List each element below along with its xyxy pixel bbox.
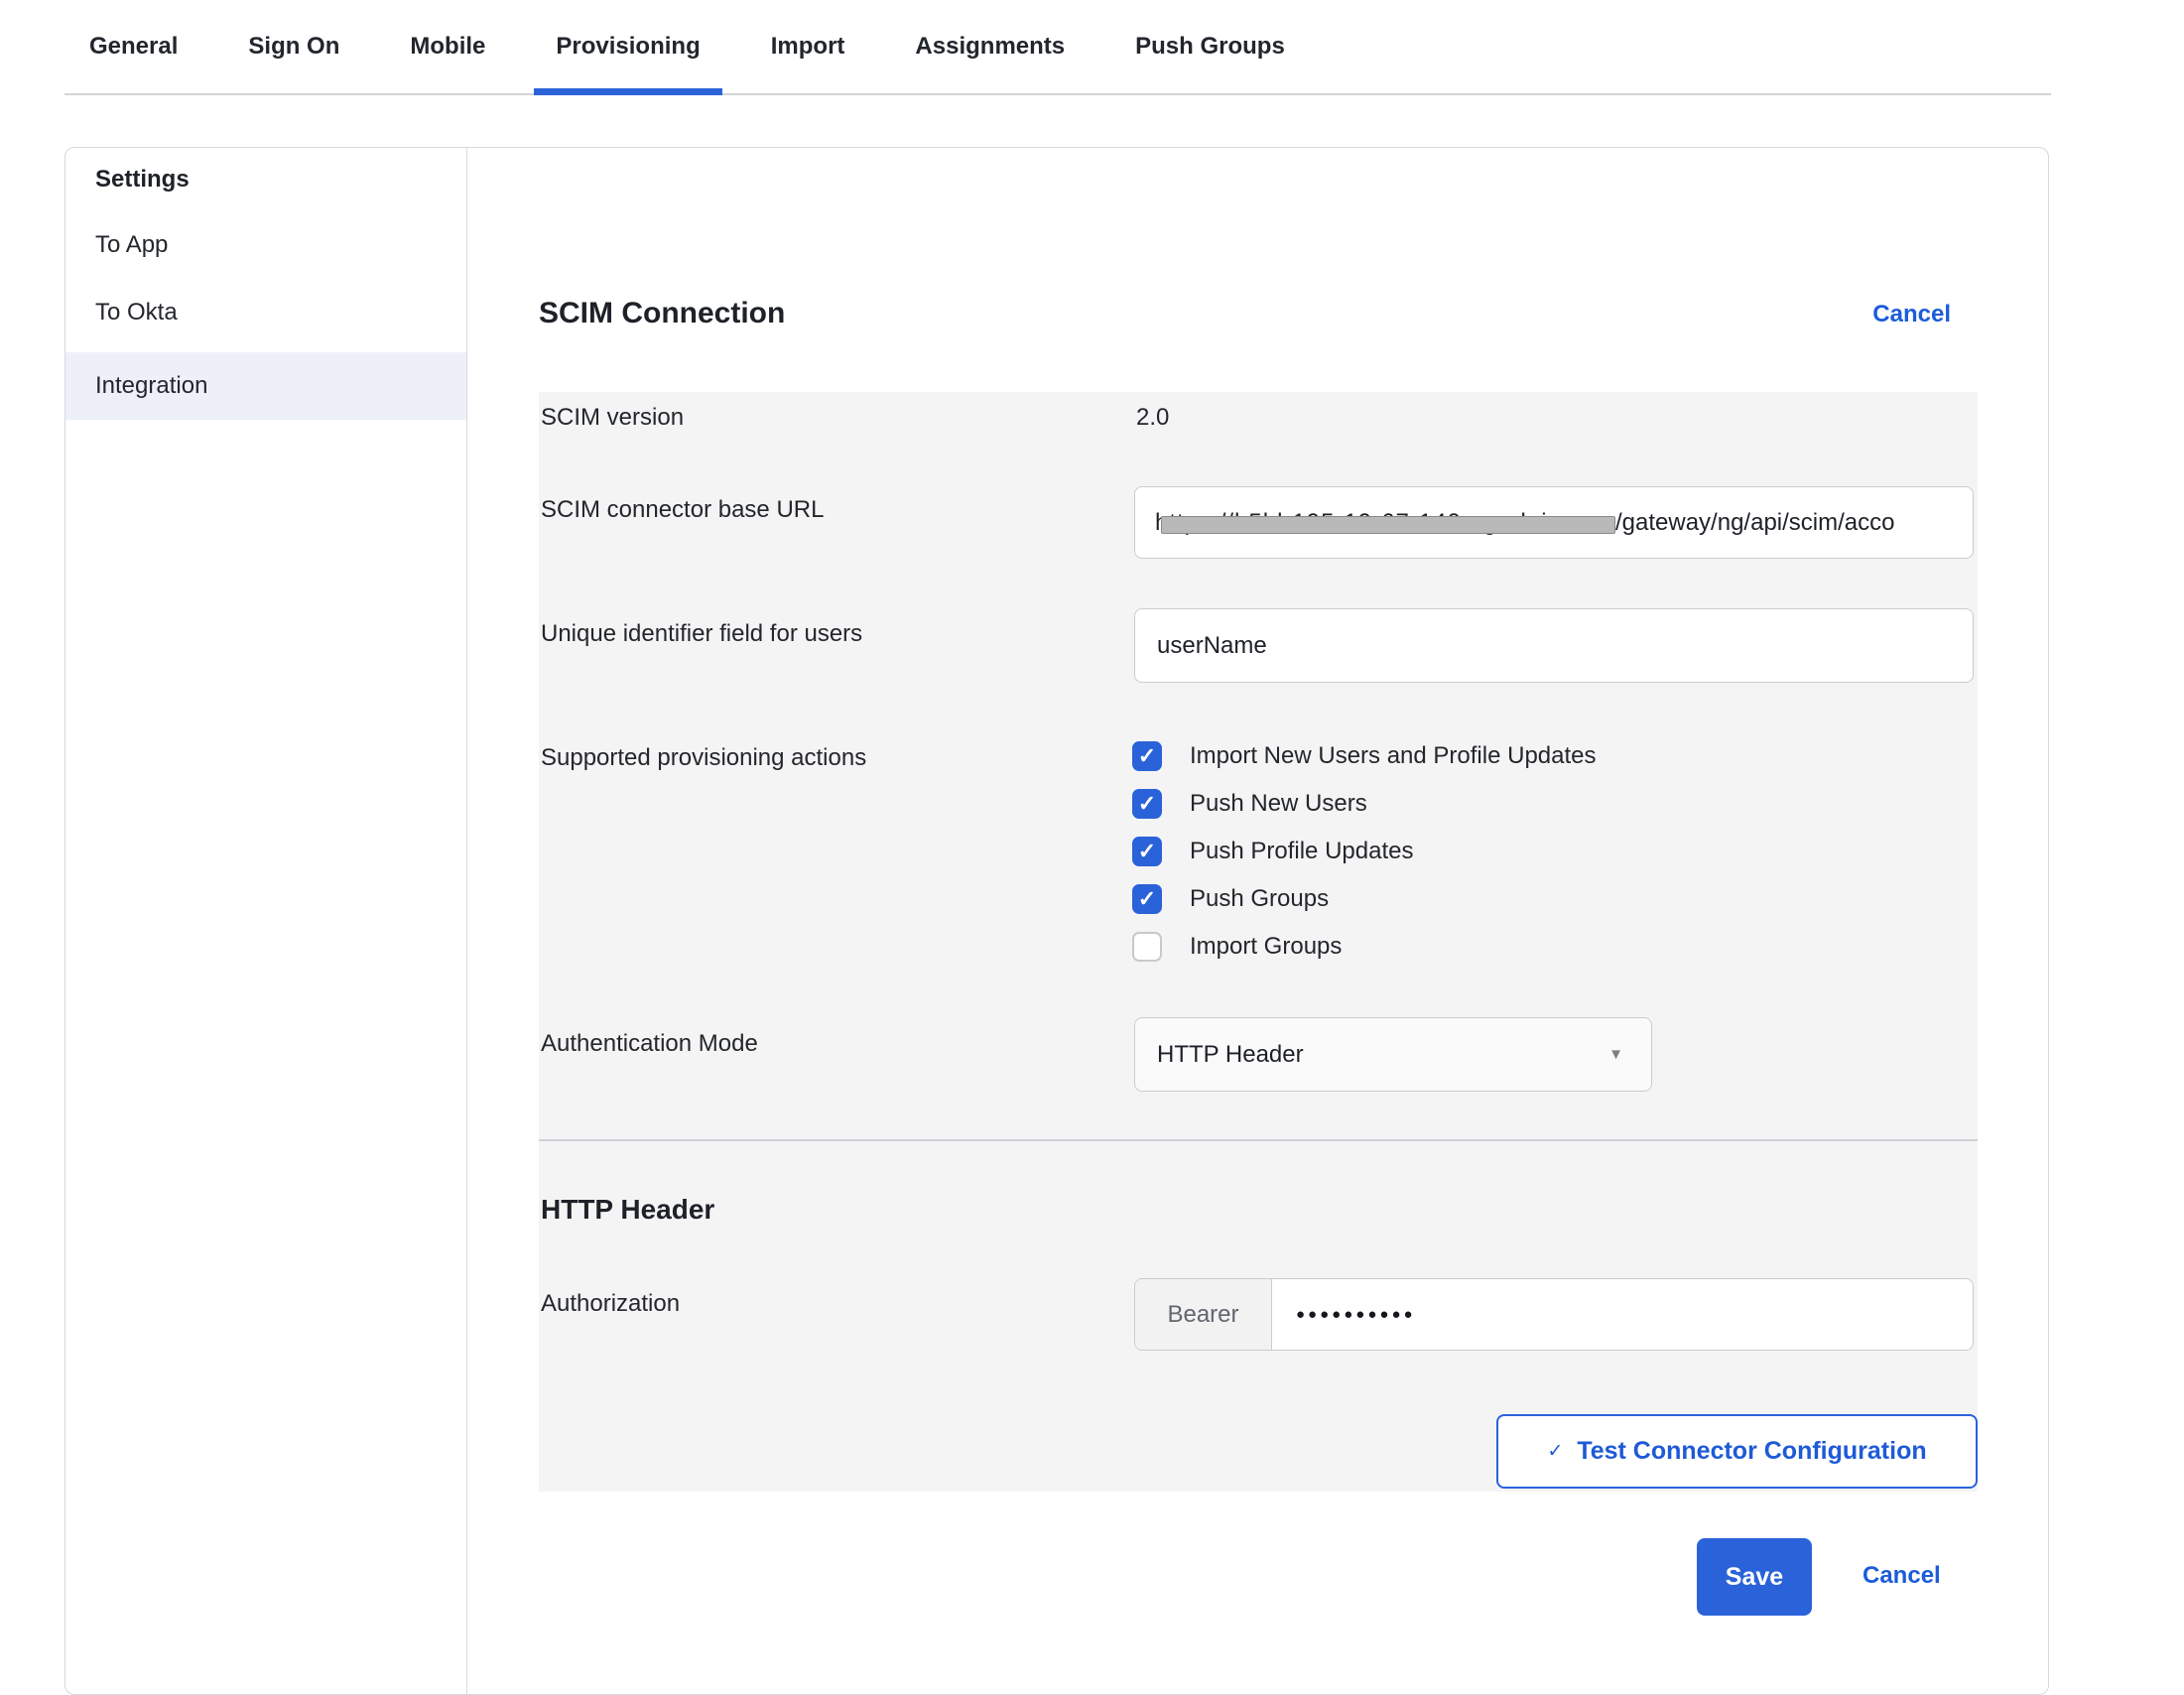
- authorization-label: Authorization: [541, 1290, 680, 1318]
- unique-id-label: Unique identifier field for users: [541, 620, 862, 648]
- app-tab-bar: General Sign On Mobile Provisioning Impo…: [64, 0, 2051, 95]
- tab-general[interactable]: General: [67, 0, 199, 93]
- cancel-link-top[interactable]: Cancel: [1872, 301, 1951, 328]
- sidebar-item-to-app[interactable]: To App: [65, 211, 466, 279]
- checkbox-checked-icon[interactable]: [1132, 741, 1162, 771]
- redaction-overlay: [1161, 516, 1615, 534]
- checkbox-row-push-new-users[interactable]: Push New Users: [1132, 780, 1597, 828]
- tab-mobile[interactable]: Mobile: [388, 0, 507, 93]
- checkbox-checked-icon[interactable]: [1132, 789, 1162, 819]
- scim-settings-panel: SCIM version 2.0 SCIM connector base URL…: [539, 392, 1978, 1492]
- page-title: SCIM Connection: [539, 297, 785, 329]
- scim-version-value: 2.0: [1136, 404, 1169, 432]
- auth-mode-select[interactable]: HTTP Header ▼: [1134, 1017, 1652, 1092]
- sidebar-heading: Settings: [65, 148, 466, 211]
- unique-id-value: userName: [1157, 632, 1267, 660]
- checkbox-row-push-groups[interactable]: Push Groups: [1132, 875, 1597, 923]
- auth-mode-label: Authentication Mode: [541, 1030, 758, 1058]
- http-header-heading: HTTP Header: [541, 1194, 714, 1226]
- section-divider: [539, 1139, 1978, 1141]
- checkbox-row-push-profile-updates[interactable]: Push Profile Updates: [1132, 828, 1597, 875]
- scim-version-label: SCIM version: [541, 404, 684, 432]
- sidebar-item-integration[interactable]: Integration: [65, 352, 466, 420]
- test-connector-label: Test Connector Configuration: [1577, 1437, 1926, 1466]
- test-connector-button[interactable]: ✓ Test Connector Configuration: [1496, 1414, 1978, 1489]
- tab-sign-on[interactable]: Sign On: [226, 0, 361, 93]
- tab-label: Provisioning: [556, 33, 700, 61]
- tab-assignments[interactable]: Assignments: [893, 0, 1087, 93]
- save-button[interactable]: Save: [1697, 1538, 1812, 1616]
- sidebar-item-to-okta[interactable]: To Okta: [65, 279, 466, 346]
- tab-label: Assignments: [915, 33, 1065, 61]
- provisioning-actions-group: Import New Users and Profile Updates Pus…: [1132, 732, 1597, 971]
- content-header: SCIM Connection Cancel: [539, 297, 1978, 340]
- checkbox-row-import-groups[interactable]: Import Groups: [1132, 923, 1597, 971]
- checkbox-row-import-new-users[interactable]: Import New Users and Profile Updates: [1132, 732, 1597, 780]
- base-url-input[interactable]: https://h5hl-195-19-67-140.ngrok.io/gate…: [1134, 486, 1974, 559]
- tab-label: Sign On: [248, 33, 339, 61]
- tab-push-groups[interactable]: Push Groups: [1113, 0, 1307, 93]
- tab-label: Push Groups: [1135, 33, 1285, 61]
- check-icon: ✓: [1547, 1440, 1563, 1463]
- authorization-input-group: Bearer ●●●●●●●●●●: [1134, 1278, 1974, 1351]
- checkbox-label: Push New Users: [1190, 790, 1367, 818]
- checkbox-checked-icon[interactable]: [1132, 884, 1162, 914]
- provisioning-card: Settings To App To Okta Integration SCIM…: [64, 147, 2049, 1695]
- auth-mode-value: HTTP Header: [1157, 1041, 1304, 1069]
- checkbox-label: Import Groups: [1190, 933, 1342, 961]
- tab-label: General: [89, 33, 178, 61]
- checkbox-checked-icon[interactable]: [1132, 837, 1162, 866]
- caret-down-icon: ▼: [1608, 1046, 1623, 1063]
- tab-import[interactable]: Import: [749, 0, 867, 93]
- settings-sidebar: Settings To App To Okta Integration: [65, 148, 467, 1694]
- provisioning-actions-label: Supported provisioning actions: [541, 744, 866, 772]
- bearer-prefix: Bearer: [1135, 1279, 1272, 1350]
- unique-id-input[interactable]: userName: [1134, 608, 1974, 683]
- base-url-label: SCIM connector base URL: [541, 496, 824, 524]
- checkbox-label: Import New Users and Profile Updates: [1190, 742, 1597, 770]
- authorization-token-input[interactable]: ●●●●●●●●●●: [1272, 1279, 1973, 1350]
- main-content: SCIM Connection Cancel SCIM version 2.0 …: [539, 148, 1978, 1694]
- cancel-link-bottom[interactable]: Cancel: [1863, 1562, 1941, 1590]
- checkbox-unchecked-icon[interactable]: [1132, 932, 1162, 962]
- tab-label: Mobile: [410, 33, 485, 61]
- base-url-visible-text: /gateway/ng/api/scim/acco: [1615, 509, 1894, 537]
- tab-provisioning[interactable]: Provisioning: [534, 0, 721, 93]
- checkbox-label: Push Profile Updates: [1190, 838, 1413, 865]
- checkbox-label: Push Groups: [1190, 885, 1329, 913]
- tab-label: Import: [771, 33, 845, 61]
